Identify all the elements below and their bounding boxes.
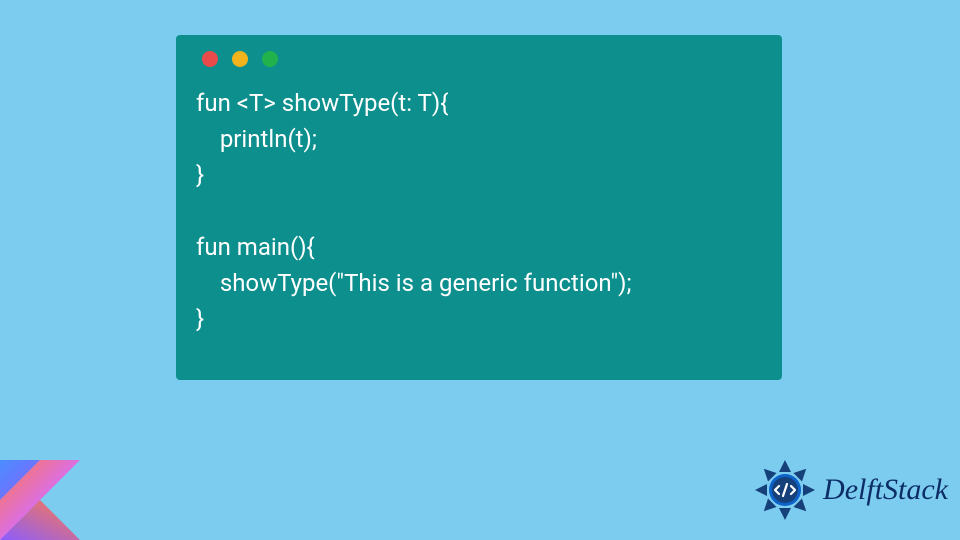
- zoom-icon: [262, 51, 278, 67]
- brand-badge: DelftStack: [753, 458, 948, 522]
- code-window: fun <T> showType(t: T){ println(t); } fu…: [176, 35, 782, 380]
- delftstack-logo-icon: [753, 458, 817, 522]
- code-block: fun <T> showType(t: T){ println(t); } fu…: [196, 85, 762, 337]
- close-icon: [202, 51, 218, 67]
- minimize-icon: [232, 51, 248, 67]
- brand-name: DelftStack: [823, 473, 948, 507]
- kotlin-logo-icon: [0, 460, 80, 540]
- window-controls: [202, 51, 762, 67]
